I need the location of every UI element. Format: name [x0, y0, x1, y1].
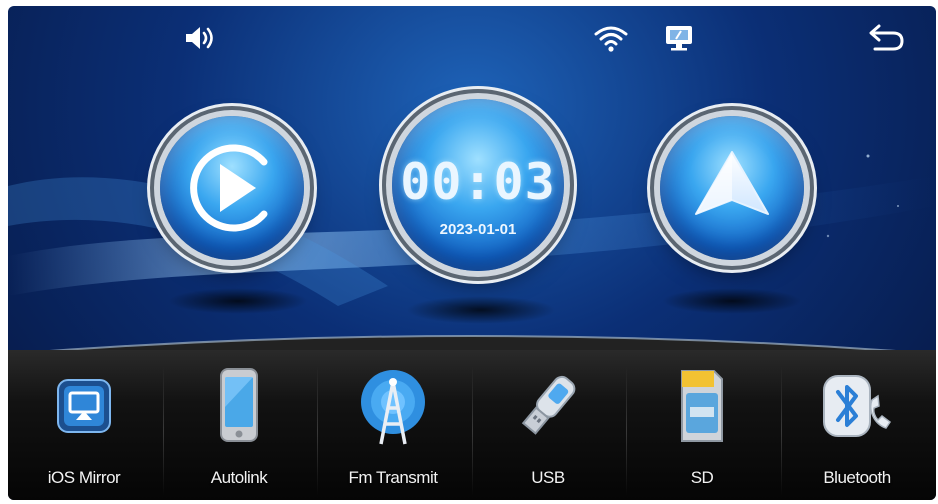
app-label: iOS Mirror	[47, 468, 121, 487]
app-label: Autolink	[210, 468, 268, 487]
app-label: USB	[531, 468, 565, 487]
app-fm-transmit[interactable]: Fm Transmit	[317, 360, 469, 500]
phone-icon	[199, 366, 279, 446]
app-usb[interactable]: USB	[472, 360, 624, 500]
radio-tower-icon	[353, 366, 433, 446]
monitor-icon[interactable]	[656, 18, 702, 58]
app-label: Fm Transmit	[348, 468, 438, 487]
app-autolink[interactable]: Autolink	[163, 360, 315, 500]
play-icon	[190, 144, 268, 232]
status-bar	[8, 6, 936, 76]
app-sd[interactable]: SD	[626, 360, 778, 500]
head-unit-screen: 00:03 2023-01-01 iOS Mirror Autolink Fm …	[8, 6, 936, 500]
play-button-shadow	[168, 288, 308, 314]
back-arrow-icon[interactable]	[864, 18, 910, 58]
speaker-volume-icon[interactable]	[178, 18, 224, 58]
clock-shadow	[406, 296, 556, 324]
sd-card-icon	[662, 366, 742, 446]
app-ios-mirror[interactable]: iOS Mirror	[8, 360, 160, 500]
ios-mirror-icon	[44, 366, 124, 446]
app-label: SD	[690, 468, 714, 487]
bluetooth-icon	[817, 366, 897, 446]
navigation-button-shadow	[662, 288, 802, 314]
wifi-icon	[588, 18, 634, 58]
navigation-button[interactable]	[660, 116, 804, 260]
usb-drive-icon	[508, 366, 588, 446]
navigation-arrow-icon	[695, 151, 769, 215]
clock-widget[interactable]: 00:03 2023-01-01	[392, 99, 564, 271]
clock-time: 00:03	[400, 153, 556, 211]
clock-date: 2023-01-01	[439, 221, 517, 238]
play-button[interactable]	[160, 116, 304, 260]
app-bluetooth[interactable]: Bluetooth	[781, 360, 933, 500]
app-label: Bluetooth	[823, 468, 891, 487]
